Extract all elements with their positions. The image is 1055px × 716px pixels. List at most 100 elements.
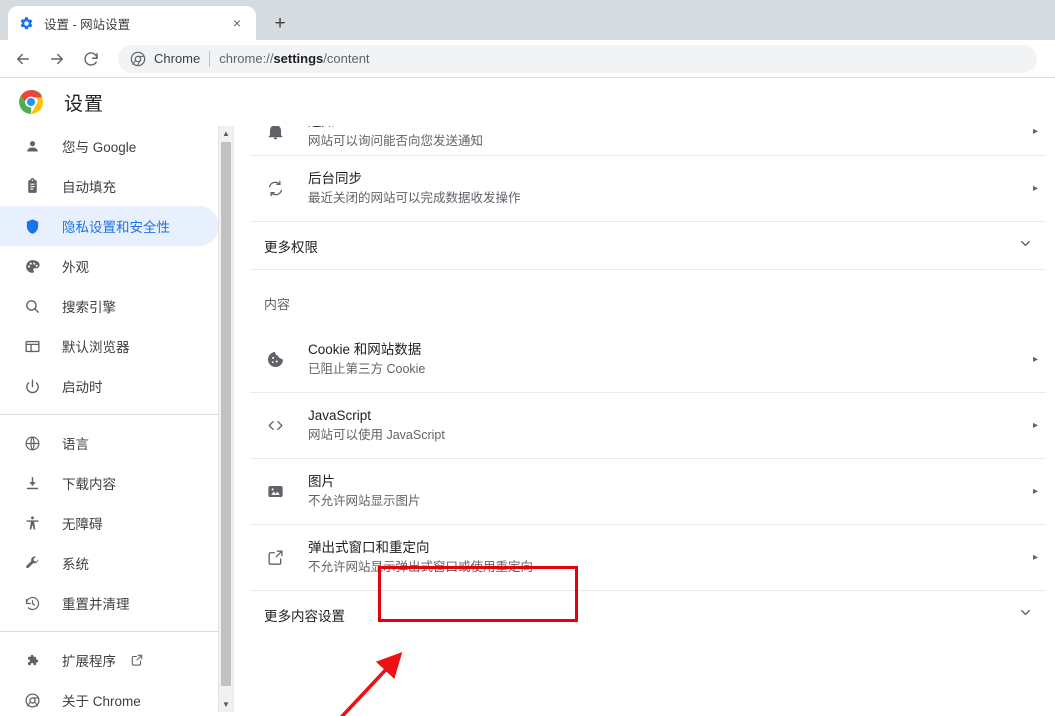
content-row-text: 后台同步 最近关闭的网站可以完成数据收发操作 (308, 169, 1020, 208)
sidebar-item-languages[interactable]: 语言 (0, 423, 219, 463)
history-restore-icon (22, 593, 42, 613)
content-row-title: 通知 (308, 126, 1020, 131)
sidebar-item-label: 扩展程序 (62, 650, 116, 670)
content-list: 通知 网站可以询问能否向您发送通知 ▸ 后台同步 最近关闭的网站可以完成数据收发… (234, 126, 1055, 639)
wrench-icon (22, 553, 42, 573)
person-icon (22, 136, 42, 156)
content-row-subtitle: 网站可以询问能否向您发送通知 (308, 132, 1020, 151)
sidebar-item-about-chrome[interactable]: 关于 Chrome (0, 680, 219, 712)
content-row-subtitle: 最近关闭的网站可以完成数据收发操作 (308, 189, 1020, 208)
content-row-title: Cookie 和网站数据 (308, 340, 1020, 360)
sidebar-item-label: 下载内容 (62, 473, 116, 493)
content-row-background-sync[interactable]: 后台同步 最近关闭的网站可以完成数据收发操作 ▸ (250, 156, 1046, 222)
content-row-title: JavaScript (308, 406, 1020, 426)
palette-icon (22, 256, 42, 276)
browser-window: 设置 - 网站设置 × + (0, 0, 1055, 716)
chevron-right-icon[interactable]: ▸ (1020, 126, 1038, 137)
sidebar-item-accessibility[interactable]: 无障碍 (0, 503, 219, 543)
cookie-icon (264, 349, 286, 371)
sidebar-divider-1 (0, 414, 219, 415)
puzzle-icon (22, 650, 42, 670)
sidebar-item-label: 自动填充 (62, 176, 116, 196)
settings-sidebar: 您与 Google 自动填充 隐私设置和安全性 (0, 126, 233, 712)
chevron-right-icon[interactable]: ▸ (1020, 552, 1038, 563)
sidebar-item-label: 外观 (62, 256, 89, 276)
browser-toolbar: Chrome chrome://settings/content (0, 40, 1055, 78)
tab-settings[interactable]: 设置 - 网站设置 × (8, 6, 256, 40)
url-prefix: chrome:// (219, 51, 273, 66)
browser-window-icon (22, 336, 42, 356)
globe-icon (22, 433, 42, 453)
settings-page: 设置 在设置中搜索 您与 Google (0, 78, 1055, 716)
sidebar-item-privacy-and-security[interactable]: 隐私设置和安全性 (0, 206, 219, 246)
clipboard-icon (22, 176, 42, 196)
content-row-text: 通知 网站可以询问能否向您发送通知 (308, 126, 1020, 151)
power-icon (22, 376, 42, 396)
content-row-text: 图片 不允许网站显示图片 (308, 472, 1020, 511)
sidebar-item-label: 无障碍 (62, 513, 103, 533)
forward-icon[interactable] (42, 44, 72, 74)
content-row-javascript[interactable]: JavaScript 网站可以使用 JavaScript ▸ (250, 393, 1046, 459)
scrollbar-down-arrow[interactable]: ▼ (219, 697, 233, 712)
code-brackets-icon (264, 415, 286, 437)
address-bar[interactable]: Chrome chrome://settings/content (118, 45, 1037, 73)
more-content-settings-expander[interactable]: 更多内容设置 (250, 591, 1046, 639)
sidebar-scrollbar[interactable]: ▲ ▼ (218, 126, 233, 712)
chrome-icon (130, 51, 146, 67)
sidebar-item-label: 重置并清理 (62, 593, 130, 613)
content-row-title: 图片 (308, 472, 1020, 492)
sidebar-item-label: 默认浏览器 (62, 336, 130, 356)
sidebar-divider-2 (0, 631, 219, 632)
sidebar-item-label: 您与 Google (62, 136, 136, 156)
reload-icon[interactable] (76, 44, 106, 74)
accessibility-icon (22, 513, 42, 533)
sidebar-item-label: 隐私设置和安全性 (62, 216, 170, 236)
image-icon (264, 481, 286, 503)
content-row-subtitle: 不允许网站显示图片 (308, 492, 1020, 511)
chevron-down-icon[interactable] (1018, 236, 1038, 256)
content-row-popups-redirects[interactable]: 弹出式窗口和重定向 不允许网站显示弹出式窗口或使用重定向 ▸ (250, 525, 1046, 591)
sidebar-item-label: 语言 (62, 433, 89, 453)
scrollbar-thumb[interactable] (221, 142, 231, 686)
close-icon[interactable]: × (228, 14, 246, 32)
new-tab-button[interactable]: + (266, 9, 294, 37)
sidebar-item-extensions[interactable]: 扩展程序 (0, 640, 219, 680)
external-link-icon (130, 653, 145, 668)
sidebar-item-appearance[interactable]: 外观 (0, 246, 219, 286)
sidebar-item-label: 搜索引擎 (62, 296, 116, 316)
chrome-logo-icon (18, 89, 44, 115)
sidebar-item-label: 启动时 (62, 376, 103, 396)
sidebar-item-default-browser[interactable]: 默认浏览器 (0, 326, 219, 366)
more-permissions-expander[interactable]: 更多权限 (250, 222, 1046, 270)
settings-header: 设置 (0, 78, 1055, 126)
page-title: 设置 (64, 89, 104, 116)
sidebar-item-label: 关于 Chrome (62, 690, 141, 710)
chevron-right-icon[interactable]: ▸ (1020, 183, 1038, 194)
sidebar-item-system[interactable]: 系统 (0, 543, 219, 583)
search-icon (22, 296, 42, 316)
chevron-down-icon[interactable] (1018, 605, 1038, 625)
content-row-images[interactable]: 图片 不允许网站显示图片 ▸ (250, 459, 1046, 525)
sidebar-item-search-engine[interactable]: 搜索引擎 (0, 286, 219, 326)
back-icon[interactable] (8, 44, 38, 74)
content-row-notifications[interactable]: 通知 网站可以询问能否向您发送通知 ▸ (250, 126, 1046, 156)
sidebar-item-on-startup[interactable]: 启动时 (0, 366, 219, 406)
url-suffix: /content (323, 51, 369, 66)
chevron-right-icon[interactable]: ▸ (1020, 420, 1038, 431)
content-row-cookies[interactable]: Cookie 和网站数据 已阻止第三方 Cookie ▸ (250, 327, 1046, 393)
content-row-subtitle: 网站可以使用 JavaScript (308, 426, 1020, 445)
download-icon (22, 473, 42, 493)
sync-icon (264, 178, 286, 200)
scrollbar-up-arrow[interactable]: ▲ (219, 126, 233, 141)
chevron-right-icon[interactable]: ▸ (1020, 354, 1038, 365)
sidebar-item-reset-and-clean-up[interactable]: 重置并清理 (0, 583, 219, 623)
shield-icon (22, 216, 42, 236)
url-bold: settings (273, 51, 323, 66)
popup-external-icon (264, 547, 286, 569)
sidebar-item-you-and-google[interactable]: 您与 Google (0, 126, 219, 166)
content-row-title: 弹出式窗口和重定向 (308, 538, 1020, 558)
sidebar-item-downloads[interactable]: 下载内容 (0, 463, 219, 503)
chevron-right-icon[interactable]: ▸ (1020, 486, 1038, 497)
content-row-text: JavaScript 网站可以使用 JavaScript (308, 406, 1020, 445)
sidebar-item-autofill[interactable]: 自动填充 (0, 166, 219, 206)
